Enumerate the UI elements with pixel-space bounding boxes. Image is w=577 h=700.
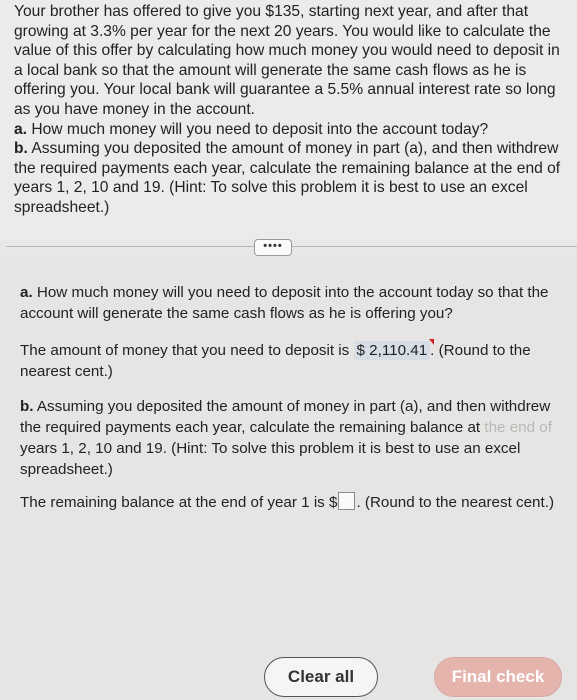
deposit-amount-answer[interactable]: $ 2,110.41: [353, 339, 435, 360]
deposit-amount-line: The amount of money that you need to dep…: [20, 339, 565, 382]
question-a: a. How much money will you need to depos…: [20, 282, 565, 324]
part-b-label: b.: [14, 140, 28, 158]
problem-text: Your brother has offered to give you $13…: [14, 2, 569, 218]
question-a-text: How much money will you need to deposit …: [20, 284, 549, 322]
problem-intro: Your brother has offered to give you $13…: [14, 3, 560, 118]
part-b-text: Assuming you deposited the amount of mon…: [14, 140, 561, 216]
part-a-label: a.: [14, 120, 28, 138]
question-a-label: a.: [20, 284, 33, 301]
question-b: b. Assuming you deposited the amount of …: [20, 396, 572, 480]
amount-prefix: The amount of money that you need to dep…: [20, 342, 354, 359]
remaining-balance-line: The remaining balance at the end of year…: [20, 492, 565, 513]
part-a-text: How much money will you need to deposit …: [27, 120, 489, 138]
deposit-amount-value: $ 2,110.41: [356, 342, 428, 359]
problem-part-b: b. Assuming you deposited the amount of …: [14, 139, 569, 217]
expand-more-button[interactable]: ••••: [254, 239, 292, 256]
final-check-button[interactable]: Final check: [434, 657, 562, 697]
remaining-prefix: The remaining balance at the end of year…: [20, 494, 338, 511]
remaining-suffix: . (Round to the nearest cent.): [356, 494, 555, 511]
problem-part-a: a. How much money will you need to depos…: [14, 120, 569, 140]
clear-all-button[interactable]: Clear all: [264, 657, 378, 697]
answer-section: a. How much money will you need to depos…: [0, 256, 577, 700]
question-b-label: b.: [20, 398, 34, 415]
question-b-text-2: years 1, 2, 10 and 19. (Hint: To solve t…: [20, 440, 521, 478]
problem-statement: Your brother has offered to give you $13…: [0, 0, 577, 240]
question-b-faded-text: the end of: [484, 419, 552, 436]
remaining-balance-input[interactable]: [338, 492, 356, 510]
question-b-text-1: Assuming you deposited the amount of mon…: [20, 398, 551, 436]
incorrect-marker-icon: [429, 339, 435, 345]
